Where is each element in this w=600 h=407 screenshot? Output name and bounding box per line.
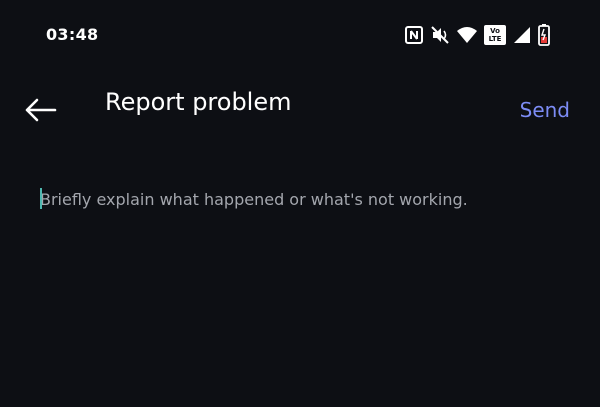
nfc-icon: [404, 25, 424, 45]
problem-description-input[interactable]: [40, 184, 560, 214]
status-bar: 03:48 Vo LTE: [0, 0, 600, 70]
app-bar: Report problem Send: [0, 80, 600, 144]
status-time: 03:48: [46, 25, 99, 44]
volte-bottom-label: LTE: [488, 35, 502, 43]
signal-icon: [512, 25, 532, 45]
back-button[interactable]: [20, 94, 60, 130]
volte-top-label: Vo: [490, 27, 500, 35]
arrow-left-icon: [23, 98, 57, 126]
send-button[interactable]: Send: [520, 98, 570, 122]
text-caret: [40, 188, 42, 209]
page-title: Report problem: [105, 88, 292, 116]
wifi-icon: [456, 25, 478, 45]
mute-icon: [430, 25, 450, 45]
status-icons: Vo LTE: [404, 24, 550, 46]
battery-icon: [538, 24, 550, 46]
report-problem-screen: 03:48 Vo LTE Report problem Send Briefly…: [0, 0, 600, 407]
volte-icon: Vo LTE: [484, 25, 506, 45]
